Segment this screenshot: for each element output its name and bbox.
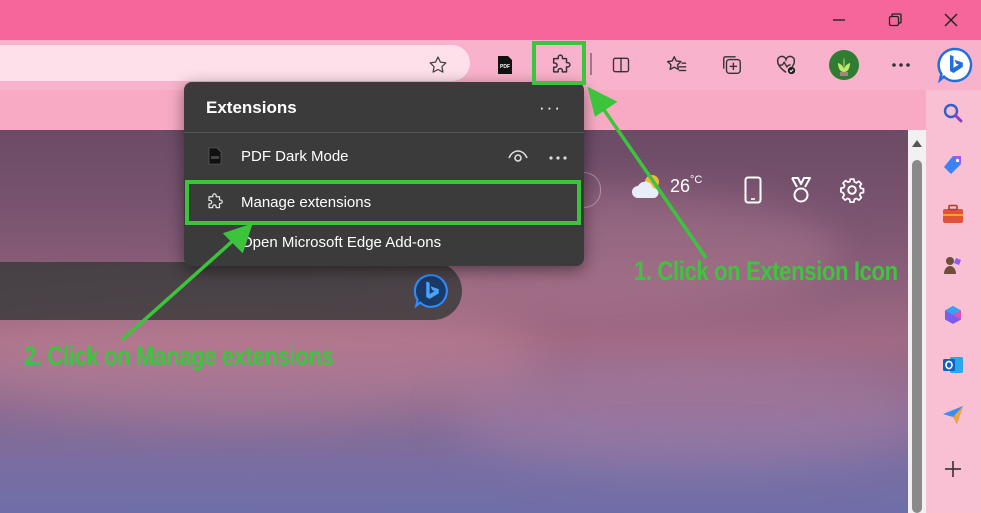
minimize-icon [833, 19, 845, 21]
page-scrollbar[interactable] [908, 130, 926, 513]
more-button[interactable] [885, 49, 917, 81]
annotation-step-2: 2. Click on Manage extensions [24, 341, 334, 371]
browser-essentials-button[interactable] [770, 49, 802, 81]
favorites-button[interactable] [661, 49, 693, 81]
extensions-menu-title: Extensions [206, 98, 297, 117]
restore-button[interactable] [881, 6, 909, 34]
outlook-icon [943, 357, 963, 373]
sidebar-search-button[interactable] [940, 100, 966, 126]
sidebar-outlook-button[interactable] [940, 352, 966, 378]
tools-icon [943, 204, 963, 223]
address-bar[interactable] [0, 45, 470, 81]
browser-essentials-icon [776, 55, 796, 75]
open-addons-item[interactable]: Open Microsoft Edge Add-ons [184, 222, 584, 262]
gear-icon [840, 178, 865, 203]
shopping-icon [944, 156, 961, 174]
eye-icon [508, 150, 528, 162]
edge-sidebar [926, 90, 981, 513]
bing-search-button[interactable] [412, 272, 450, 310]
settings-button[interactable] [837, 174, 867, 206]
add-icon [945, 461, 961, 477]
profile-avatar [829, 50, 859, 80]
sidebar-send-button[interactable] [940, 402, 966, 428]
sidebar-add-button[interactable] [940, 456, 966, 482]
extension-item-pdf-dark-mode[interactable]: PDF Dark Mode [184, 136, 584, 176]
minimize-button[interactable] [825, 6, 853, 34]
extension-item-label: PDF Dark Mode [241, 147, 349, 165]
background-cloud [450, 360, 908, 470]
close-button[interactable] [937, 6, 965, 34]
highlight-extensions-icon [532, 41, 586, 85]
sidebar-tools-button[interactable] [940, 201, 966, 227]
collections-button[interactable] [716, 49, 748, 81]
microsoft365-icon [945, 306, 961, 324]
copilot-button[interactable] [936, 46, 974, 84]
star-icon [429, 56, 447, 73]
weather-widget[interactable]: 26 °C [630, 172, 702, 200]
profile-button[interactable] [828, 49, 860, 81]
bing-copilot-icon [413, 274, 448, 309]
more-icon [549, 156, 567, 160]
trophy-icon [791, 177, 811, 203]
title-bar [0, 0, 981, 40]
more-icon [892, 63, 910, 67]
sidebar-m365-button[interactable] [940, 302, 966, 328]
phone-button[interactable] [740, 174, 766, 206]
sidebar-shopping-button[interactable] [940, 152, 966, 178]
split-screen-button[interactable] [605, 49, 637, 81]
pdf-extension-button[interactable]: PDF [489, 49, 521, 81]
rewards-button[interactable] [787, 174, 815, 206]
toolbar-divider [590, 53, 592, 75]
open-addons-label: Open Microsoft Edge Add-ons [241, 233, 442, 251]
close-icon [944, 13, 958, 27]
partly-cloudy-icon [632, 175, 659, 198]
collections-icon [723, 56, 741, 74]
search-icon [943, 103, 963, 123]
favorites-icon [666, 56, 687, 72]
pdf-icon: PDF [498, 56, 512, 74]
visibility-toggle-button[interactable] [507, 148, 529, 164]
extensions-menu: Extensions ··· PDF Dark Mode Manage exte… [184, 82, 584, 266]
phone-icon [744, 176, 762, 204]
scroll-up-arrow[interactable] [912, 140, 922, 147]
annotation-step-1: 1. Click on Extension Icon [634, 256, 898, 286]
sidebar-games-button[interactable] [940, 252, 966, 278]
divider [184, 132, 584, 133]
restore-icon [888, 13, 902, 27]
extension-more-button[interactable] [548, 148, 570, 164]
send-icon [943, 406, 963, 424]
pdf-icon [206, 147, 224, 165]
pdf-badge-text: PDF [500, 64, 510, 70]
split-screen-icon [612, 57, 630, 73]
temperature-value: 26 [670, 175, 691, 196]
bing-copilot-icon [937, 47, 973, 83]
favorite-star-button[interactable] [422, 49, 454, 81]
games-icon [944, 257, 961, 274]
highlight-manage-extensions [185, 180, 581, 225]
temperature-unit: °C [690, 174, 703, 186]
scroll-thumb[interactable] [912, 160, 922, 513]
search-box[interactable] [0, 262, 462, 320]
extensions-menu-more-button[interactable]: ··· [539, 98, 562, 118]
